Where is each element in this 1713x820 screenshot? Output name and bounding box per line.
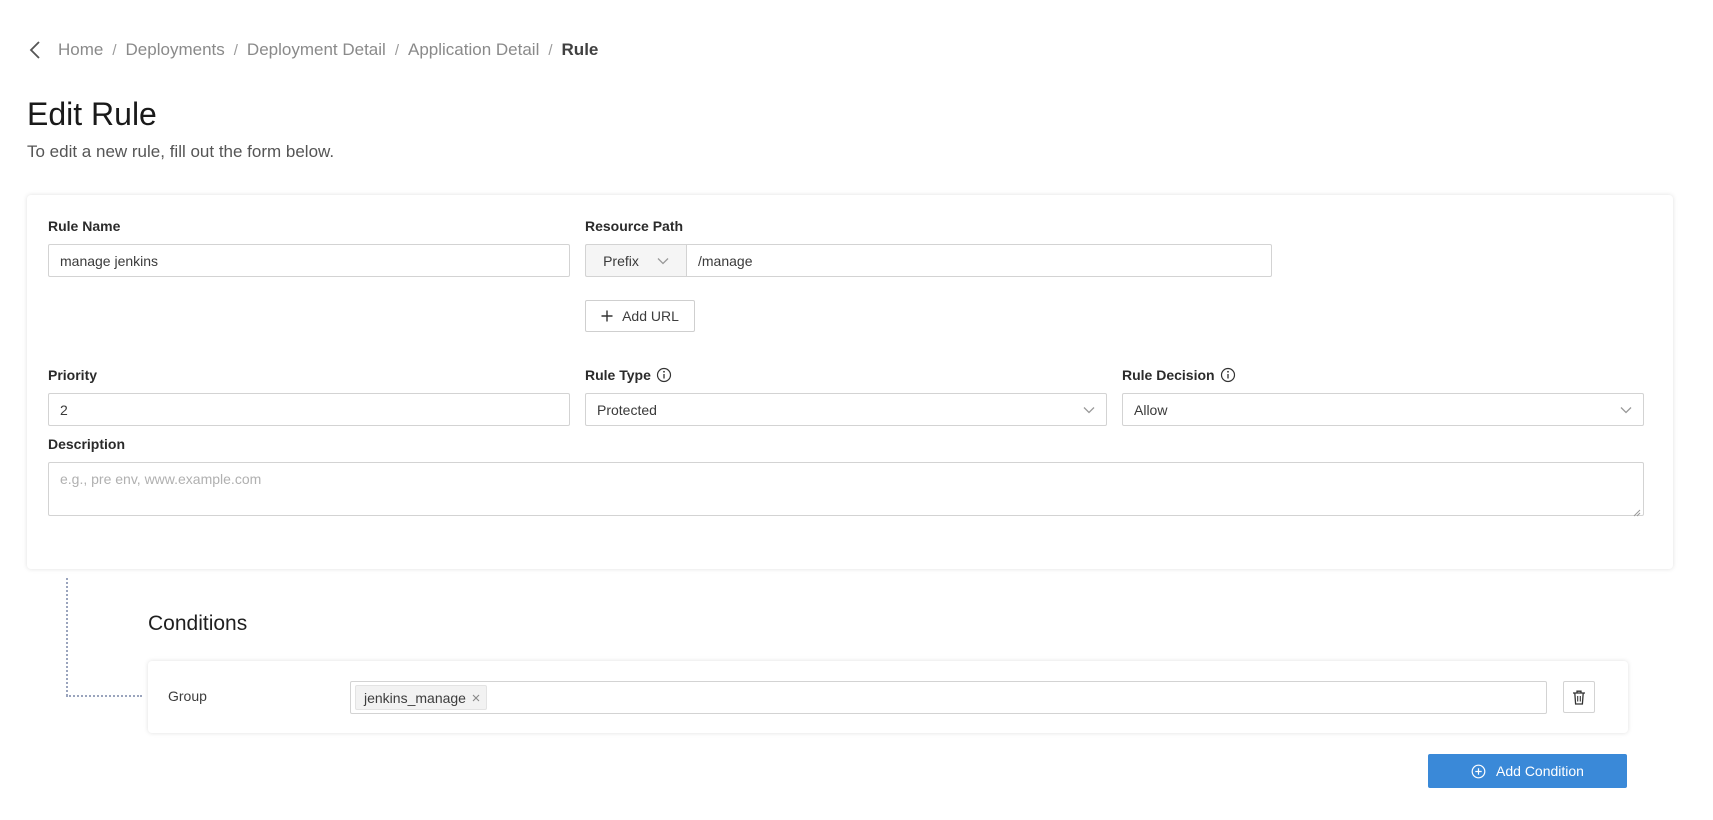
breadcrumb-separator: / [233,41,238,59]
rule-name-input[interactable]: manage jenkins [48,244,570,277]
resource-path-value: /manage [698,252,753,269]
condition-type-label: Group [168,688,207,704]
breadcrumb: Home / Deployments / Deployment Detail /… [28,38,598,62]
rule-form-card: Rule Name manage jenkins Resource Path P… [27,195,1673,569]
add-condition-label: Add Condition [1496,763,1584,779]
info-circle-icon[interactable] [656,367,672,383]
priority-value: 2 [60,401,68,418]
plus-icon [601,310,613,322]
rule-name-label: Rule Name [48,218,121,234]
priority-input[interactable]: 2 [48,393,570,426]
close-icon[interactable] [472,691,480,705]
trash-icon [1572,690,1586,705]
plus-circle-icon [1471,764,1486,779]
rule-decision-value: Allow [1134,401,1168,418]
page-title: Edit Rule [27,96,157,132]
rule-type-select[interactable]: Protected [585,393,1107,426]
rule-name-value: manage jenkins [60,252,159,269]
description-label: Description [48,436,126,452]
breadcrumb-deployments[interactable]: Deployments [126,40,225,60]
priority-label: Priority [48,367,98,383]
breadcrumb-separator: / [548,41,553,59]
chevron-down-icon [657,257,669,265]
resource-path-label: Resource Path [585,218,684,234]
rule-type-label: Rule Type [585,367,672,383]
tree-connector-horizontal [66,695,142,697]
add-condition-button[interactable]: Add Condition [1428,754,1627,788]
path-match-type-value: Prefix [603,252,639,269]
chevron-left-icon[interactable] [28,38,48,62]
rule-decision-label-text: Rule Decision [1122,367,1215,383]
add-url-label: Add URL [622,308,679,324]
breadcrumb-current: Rule [561,40,599,59]
resource-path-input[interactable]: /manage [686,244,1272,277]
group-tag: jenkins_manage [355,685,487,710]
info-circle-icon[interactable] [1220,367,1236,383]
conditions-title: Conditions [148,612,248,635]
chevron-down-icon [1083,406,1095,414]
chevron-down-icon [1620,406,1632,414]
condition-row: Group jenkins_manage [148,661,1628,733]
group-tag-label: jenkins_manage [364,689,466,706]
path-match-type-select[interactable]: Prefix [585,244,686,277]
description-textarea[interactable]: e.g., pre env, www.example.com [48,462,1644,517]
description-placeholder: e.g., pre env, www.example.com [60,471,262,487]
rule-type-value: Protected [597,401,657,418]
add-url-button[interactable]: Add URL [585,300,695,332]
page-subtitle: To edit a new rule, fill out the form be… [27,142,335,161]
breadcrumb-separator: / [394,41,399,59]
rule-type-label-text: Rule Type [585,367,651,383]
delete-condition-button[interactable] [1563,681,1595,713]
breadcrumb-deployment-detail[interactable]: Deployment Detail [247,40,386,60]
rule-decision-label: Rule Decision [1122,367,1236,383]
rule-decision-select[interactable]: Allow [1122,393,1644,426]
resize-handle-icon[interactable] [1632,504,1641,517]
breadcrumb-home[interactable]: Home [58,40,103,60]
tree-connector-vertical [66,578,68,696]
breadcrumb-separator: / [112,41,117,59]
group-tags-input[interactable]: jenkins_manage [350,681,1547,714]
breadcrumb-application-detail[interactable]: Application Detail [408,40,539,60]
